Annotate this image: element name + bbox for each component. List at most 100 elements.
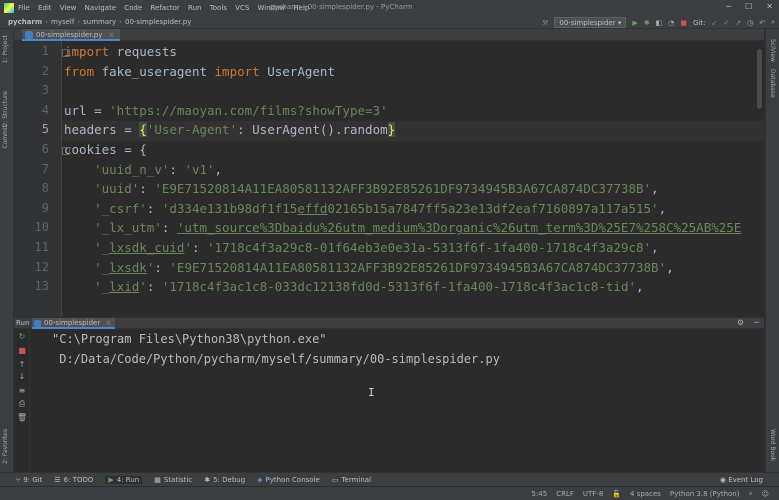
file-encoding[interactable]: UTF-8	[583, 490, 603, 498]
git-status-icon[interactable]: ⑂	[748, 490, 752, 498]
menu-vcs[interactable]: VCS	[235, 4, 249, 12]
soft-wrap-icon[interactable]: ≡	[17, 386, 27, 396]
code-token: headers =	[64, 122, 140, 138]
text-cursor-icon: I	[368, 386, 375, 399]
run-configuration-select[interactable]: 00-simplespider ▾	[554, 17, 627, 28]
lock-icon[interactable]: 🔓	[612, 490, 621, 498]
git-commit-icon[interactable]: ✓	[723, 19, 729, 27]
scroll-up-icon[interactable]: ↑	[17, 360, 27, 370]
line-number: 3	[41, 83, 49, 98]
python-console-tool-button[interactable]: ◆ Python Console	[257, 476, 320, 484]
notifications-icon[interactable]: ☺	[762, 490, 769, 498]
code-token: ,	[636, 279, 644, 295]
console-line: D:/Data/Code/Python/pycharm/myself/summa…	[52, 352, 500, 366]
search-icon[interactable]: ⌕	[771, 18, 775, 27]
terminal-tool-button[interactable]: ▭ Terminal	[332, 476, 371, 484]
indent-setting[interactable]: 4 spaces	[630, 490, 661, 498]
editor-scrollbar[interactable]	[757, 49, 762, 109]
commit-tool-button[interactable]: Commit	[2, 125, 9, 149]
close-tab-icon[interactable]: ×	[109, 31, 115, 39]
code-token: 'User-Agent'	[146, 122, 238, 138]
project-tool-button[interactable]: 1: Project	[2, 35, 9, 63]
line-separator[interactable]: CRLF	[556, 490, 574, 498]
debug-tool-button[interactable]: ✱ 5: Debug	[204, 476, 245, 484]
fold-toggle-icon[interactable]	[62, 147, 70, 155]
menu-view[interactable]: View	[60, 4, 77, 12]
interpreter-selector[interactable]: Python 3.8 (Python)	[670, 490, 740, 498]
code-line: from fake_useragent import UserAgent	[64, 64, 335, 79]
run-tab[interactable]: 00-simplespider ×	[32, 318, 116, 329]
structure-tool-button[interactable]: 2: Structure	[2, 91, 9, 127]
console-line: "C:\Program Files\Python38\python.exe"	[52, 332, 327, 346]
python-file-icon	[34, 320, 41, 327]
print-icon[interactable]: ⎙	[17, 399, 27, 409]
statistic-tool-button[interactable]: ▦ Statistic	[154, 476, 192, 484]
navigation-bar: pycharm › myself › summary › 00-simplesp…	[0, 16, 779, 29]
sciview-tool-button[interactable]: SciView	[769, 39, 776, 62]
event-log-button[interactable]: ◉ Event Log	[720, 476, 763, 484]
run-icon[interactable]: ▶	[632, 19, 637, 27]
pin-icon[interactable]	[13, 353, 17, 363]
breadcrumb-project[interactable]: pycharm	[8, 18, 42, 26]
coverage-icon[interactable]: ◧	[656, 19, 663, 27]
code-token: '1718c4f3ac1c8-033dc12138fd0d-5313f6f-1f…	[161, 279, 636, 295]
git-tool-button[interactable]: ⑂ 9: Git	[16, 476, 42, 484]
statistic-tool-label: Statistic	[163, 475, 193, 484]
menu-refactor[interactable]: Refactor	[150, 4, 179, 12]
close-run-tab-icon[interactable]: ×	[105, 319, 111, 327]
menu-code[interactable]: Code	[124, 4, 142, 12]
code-token: :	[161, 220, 177, 236]
code-token: '_csrf'	[94, 200, 147, 216]
line-number: 6	[41, 142, 49, 156]
breadcrumb-folder-myself[interactable]: myself	[51, 18, 74, 26]
menu-navigate[interactable]: Navigate	[85, 4, 116, 12]
editor-tab[interactable]: 00-simplespider.py ×	[22, 29, 121, 41]
code-token: : UserAgent().random	[237, 122, 388, 138]
run-tab-label: 00-simplespider	[44, 319, 101, 327]
git-update-icon[interactable]: ↙	[711, 19, 717, 27]
rerun-icon[interactable]: ↻	[17, 332, 27, 342]
gear-icon[interactable]: ⚙	[737, 318, 744, 327]
caret-position[interactable]: 5:45	[531, 490, 547, 498]
code-token: cookies = {	[64, 142, 147, 157]
stop-icon[interactable]: ■	[680, 19, 687, 27]
profile-icon[interactable]: ◔	[668, 19, 674, 27]
history-icon[interactable]: ◷	[747, 19, 753, 27]
run-tool-button[interactable]: ▶ 4: Run	[105, 475, 143, 484]
favorites-tool-button[interactable]: 2: Favorites	[2, 429, 9, 464]
menu-run[interactable]: Run	[188, 4, 201, 12]
database-tool-button[interactable]: Database	[769, 69, 776, 98]
word-book-tool-button[interactable]: Word Book	[769, 429, 776, 461]
fold-toggle-icon[interactable]	[62, 49, 70, 57]
git-branch-icon: ⑂	[16, 475, 21, 484]
close-window-icon[interactable]: ✕	[766, 2, 773, 11]
bottom-tool-strip: ⑂ 9: Git ☰ 6: TODO ▶ 4: Run ▦ Statistic ✱ 5: …	[0, 472, 779, 486]
menu-tools[interactable]: Tools	[210, 4, 227, 12]
breadcrumb-separator-icon: ›	[119, 18, 122, 26]
code-editor[interactable]: 1 2 3 4 5 6 7 8 9 10 11 12 13 import requests from fa…	[14, 41, 764, 317]
python-file-icon	[25, 31, 33, 39]
code-line: url = 'https://maoyan.com/films?showType…	[64, 103, 388, 118]
menu-edit[interactable]: Edit	[38, 4, 52, 12]
undo-icon[interactable]: ↶	[759, 19, 765, 27]
breadcrumb-folder-summary[interactable]: summary	[83, 18, 116, 26]
hide-panel-icon[interactable]: ─	[754, 318, 759, 327]
stop-icon[interactable]: ■	[17, 346, 27, 356]
run-side-toolbar: ↻ ■ ↑ ↓ ≡ ⎙ 🗑	[14, 329, 30, 472]
build-hammer-icon[interactable]: ⚒	[542, 19, 548, 27]
minimize-window-icon[interactable]: ─	[726, 2, 731, 11]
todo-tool-button[interactable]: ☰ 6: TODO	[54, 476, 93, 484]
code-token: lxsdk_cuid	[109, 240, 185, 255]
breadcrumb-file[interactable]: 00-simplespider.py	[125, 18, 191, 26]
git-push-icon[interactable]: ↗	[735, 19, 741, 27]
scroll-down-icon[interactable]: ↓	[17, 372, 27, 382]
delete-icon[interactable]: 🗑	[17, 413, 27, 423]
menu-file[interactable]: File	[18, 4, 30, 12]
line-number-gutter: 1 2 3 4 5 6 7 8 9 10 11 12 13	[14, 41, 62, 317]
debug-icon[interactable]: ✱	[644, 19, 650, 27]
maximize-window-icon[interactable]: ☐	[745, 2, 752, 11]
code-token: :	[154, 259, 170, 275]
run-tool-label: 4: Run	[116, 475, 140, 484]
